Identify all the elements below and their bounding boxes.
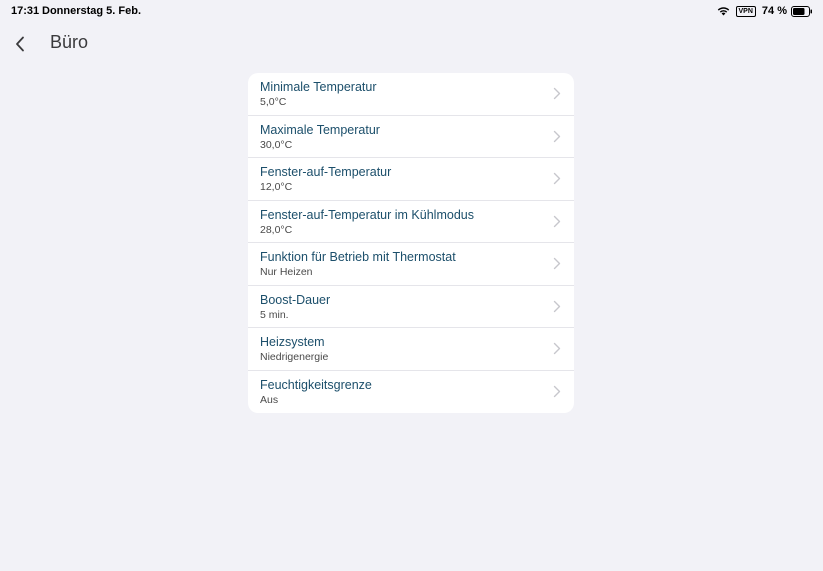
- chevron-right-icon: [553, 172, 561, 185]
- setting-row-boost-duration[interactable]: Boost-Dauer 5 min.: [248, 286, 574, 328]
- vpn-badge: VPN: [735, 5, 756, 17]
- chevron-right-icon: [553, 300, 561, 312]
- setting-label: Funktion für Betrieb mit Thermostat: [260, 250, 456, 264]
- setting-label: Boost-Dauer: [260, 292, 331, 307]
- settings-list: Minimale Temperatur 5,0°C Maximale Tempe…: [248, 73, 574, 413]
- setting-label: Maximale Temperatur: [260, 122, 380, 137]
- setting-label: Fenster-auf-Temperatur: [260, 165, 392, 179]
- chevron-right-icon: [553, 342, 561, 355]
- setting-value: 5,0°C: [260, 96, 287, 108]
- setting-value: 30,0°C: [260, 138, 293, 151]
- setting-row-heating-system[interactable]: Heizsystem Niedrigenergie: [248, 328, 574, 371]
- status-bar: 17:31 Donnerstag 5. Feb. VPN 74 %: [0, 0, 823, 22]
- setting-value: 28,0°C: [260, 223, 293, 236]
- navigation-bar: Büro: [0, 26, 823, 60]
- setting-value: Aus: [260, 393, 279, 406]
- chevron-right-icon: [553, 130, 561, 142]
- status-indicators: VPN 74 %: [717, 4, 813, 18]
- chevron-right-icon: [553, 385, 561, 397]
- setting-label: Heizsystem: [260, 335, 325, 349]
- battery-icon: [791, 5, 812, 17]
- setting-row-window-open-temperature[interactable]: Fenster-auf-Temperatur 12,0°C: [248, 158, 574, 201]
- setting-row-max-temperature[interactable]: Maximale Temperatur 30,0°C: [248, 116, 574, 158]
- setting-value: 5 min.: [260, 308, 289, 321]
- setting-value: 12,0°C: [260, 181, 293, 193]
- chevron-right-icon: [553, 215, 561, 227]
- back-button[interactable]: [6, 30, 34, 58]
- status-time: 17:31: [11, 5, 40, 17]
- setting-value: Niedrigenergie: [260, 351, 329, 363]
- page-title: Büro: [50, 32, 89, 52]
- setting-row-min-temperature[interactable]: Minimale Temperatur 5,0°C: [248, 73, 574, 116]
- setting-value: Nur Heizen: [260, 266, 313, 278]
- battery-percentage: 74 %: [761, 5, 787, 17]
- setting-row-window-open-cooling-temperature[interactable]: Fenster-auf-Temperatur im Kühlmodus 28,0…: [248, 201, 574, 243]
- status-date: Donnerstag 5. Feb.: [42, 5, 142, 17]
- setting-row-thermostat-function[interactable]: Funktion für Betrieb mit Thermostat Nur …: [248, 243, 574, 286]
- chevron-right-icon: [553, 87, 561, 100]
- chevron-left-icon: [16, 36, 24, 52]
- setting-label: Minimale Temperatur: [260, 80, 377, 94]
- setting-label: Feuchtigkeitsgrenze: [260, 377, 372, 392]
- wifi-icon: [717, 7, 729, 16]
- chevron-right-icon: [553, 257, 561, 270]
- setting-label: Fenster-auf-Temperatur im Kühlmodus: [260, 207, 474, 222]
- setting-row-humidity-limit[interactable]: Feuchtigkeitsgrenze Aus: [248, 371, 574, 414]
